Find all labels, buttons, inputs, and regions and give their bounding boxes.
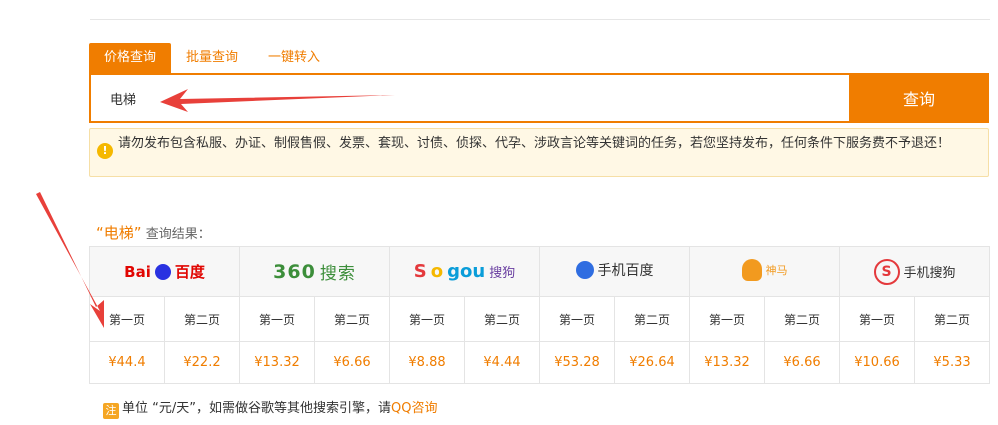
tab-one-click-import[interactable]: 一键转入	[253, 43, 335, 73]
360-logo-number: 360	[273, 260, 316, 283]
price-cell: ¥5.33	[914, 341, 991, 384]
engine-360: 360 搜索	[238, 246, 391, 297]
price-cell: ¥13.32	[239, 341, 315, 384]
mobile-sogou-logo-text: 手机搜狗	[903, 266, 956, 281]
sogou-logo-s: S	[413, 261, 427, 282]
price-row: ¥44.4 ¥22.2 ¥13.32 ¥6.66 ¥8.88 ¥4.44 ¥53…	[89, 341, 991, 384]
sogou-logo: So gou 搜狗	[414, 261, 515, 282]
baidu-logo-cn: 百度	[174, 263, 205, 281]
tab-price-query[interactable]: 价格查询	[89, 43, 172, 73]
price-cell: ¥13.32	[689, 341, 766, 384]
engine-baidu: Bai 百度	[89, 246, 240, 297]
page-label: 第二页	[464, 296, 541, 342]
page-label: 第一页	[539, 296, 616, 342]
mobile-baidu-logo-text: 手机百度	[597, 263, 654, 279]
engine-shenma: 神马	[689, 246, 841, 297]
page-label: 第一页	[239, 296, 315, 342]
page-label: 第二页	[914, 296, 991, 342]
page-label: 第一页	[689, 296, 766, 342]
paw-icon	[575, 261, 594, 279]
baidu-logo-latin: Bai	[124, 262, 151, 281]
result-suffix: 查询结果：	[145, 227, 211, 242]
engine-mobile-baidu: 手机百度	[539, 246, 691, 297]
price-cell: ¥8.88	[389, 341, 466, 384]
result-keyword: “电梯”	[96, 224, 142, 242]
note-badge: 注	[103, 403, 119, 419]
keyword-input[interactable]	[91, 75, 849, 121]
query-button[interactable]: 查询	[849, 73, 989, 123]
engine-sogou: So gou 搜狗	[389, 246, 541, 297]
shenma-logo-text: 神马	[765, 263, 788, 277]
engine-mobile-sogou: S 手机搜狗	[839, 246, 991, 297]
price-cell: ¥44.4	[89, 341, 165, 384]
unit-note: 注单位 “元/天”，如需做谷歌等其他搜索引擎，请QQ咨询	[103, 397, 437, 419]
page-label: 第二页	[313, 296, 391, 342]
exclamation-icon: !	[97, 143, 113, 159]
price-cell: ¥6.66	[313, 341, 391, 384]
note-text: 单位 “元/天”，如需做谷歌等其他搜索引擎，请	[122, 401, 391, 416]
tab-batch-query[interactable]: 批量查询	[171, 43, 253, 73]
360-search-logo: 360 搜索	[273, 259, 356, 285]
engine-logo-row: Bai 百度 360 搜索 So gou 搜狗 手机百度 神马 S 手机搜狗	[89, 246, 991, 297]
warning-banner: ! 请勿发布包含私服、办证、制假售假、发票、套现、讨债、侦探、代孕、涉政言论等关…	[89, 128, 989, 177]
page-label: 第二页	[164, 296, 240, 342]
price-cell: ¥53.28	[539, 341, 616, 384]
page-label: 第一页	[89, 296, 165, 342]
horse-head-icon	[741, 258, 762, 281]
baidu-logo: Bai 百度	[124, 261, 205, 282]
shenma-logo: 神马	[741, 258, 788, 281]
sogou-ring-icon: S	[873, 258, 900, 285]
price-cell: ¥22.2	[164, 341, 240, 384]
price-cell: ¥4.44	[464, 341, 541, 384]
price-cell: ¥10.66	[839, 341, 916, 384]
keyword-price-page: 价格查询 批量查询 一键转入 查询 ! 请勿发布包含私服、办证、制假售假、发票、…	[0, 0, 998, 425]
mobile-sogou-logo: S 手机搜狗	[873, 258, 956, 285]
query-tabs: 价格查询 批量查询 一键转入	[89, 43, 335, 73]
page-label-row: 第一页 第二页 第一页 第二页 第一页 第二页 第一页 第二页 第一页 第二页 …	[89, 296, 991, 342]
page-label: 第二页	[614, 296, 691, 342]
page-label: 第一页	[839, 296, 916, 342]
page-label: 第二页	[764, 296, 841, 342]
sogou-logo-cn: 搜狗	[489, 266, 516, 281]
top-divider	[90, 0, 990, 20]
result-heading: “电梯” 查询结果：	[96, 222, 211, 243]
paw-icon	[154, 263, 171, 280]
sogou-logo-o: o	[430, 261, 444, 282]
qq-consult-link[interactable]: QQ咨询	[391, 401, 437, 416]
price-cell: ¥26.64	[614, 341, 691, 384]
sogou-logo-gou: gou	[447, 261, 486, 282]
warning-text: 请勿发布包含私服、办证、制假售假、发票、套现、讨债、侦探、代孕、涉政言论等关键词…	[118, 136, 951, 151]
mobile-baidu-logo: 手机百度	[575, 260, 654, 280]
price-table: Bai 百度 360 搜索 So gou 搜狗 手机百度 神马 S 手机搜狗 第…	[89, 246, 991, 384]
search-box: 查询	[89, 73, 989, 123]
360-logo-cn: 搜索	[319, 264, 356, 284]
price-cell: ¥6.66	[764, 341, 841, 384]
page-label: 第一页	[389, 296, 466, 342]
